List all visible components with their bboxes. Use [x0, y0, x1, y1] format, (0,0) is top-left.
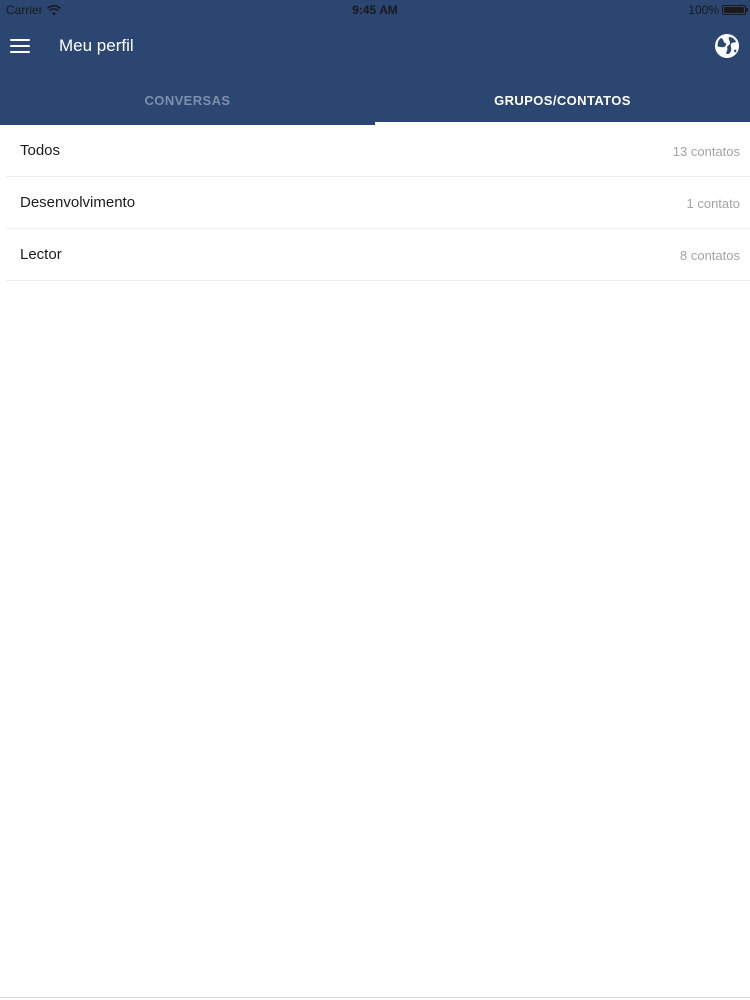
group-contact-count: 8 contatos: [680, 248, 740, 263]
group-contact-count: 13 contatos: [672, 144, 740, 159]
hamburger-menu-icon[interactable]: [8, 34, 34, 58]
tab-conversas[interactable]: CONVERSAS: [0, 78, 375, 125]
tab-grupos-contatos[interactable]: GRUPOS/CONTATOS: [375, 78, 750, 125]
status-time: 9:45 AM: [352, 3, 398, 17]
tab-conversas-label: CONVERSAS: [144, 93, 231, 108]
battery-icon: [722, 5, 748, 15]
bottom-divider: [0, 997, 750, 998]
list-item-desenvolvimento[interactable]: Desenvolvimento 1 contato: [0, 177, 750, 229]
battery-status: 100%: [688, 3, 748, 17]
globe-icon[interactable]: [714, 33, 740, 59]
app-header: Carrier 9:45 AM 100% Meu perfil CONVERSA…: [0, 0, 750, 125]
tab-bar: CONVERSAS GRUPOS/CONTATOS: [0, 78, 750, 125]
group-name: Desenvolvimento: [20, 194, 136, 211]
page-title: Meu perfil: [59, 36, 134, 55]
status-bar: Carrier 9:45 AM 100%: [0, 0, 750, 20]
battery-percent: 100%: [688, 3, 719, 17]
tab-grupos-contatos-label: GRUPOS/CONTATOS: [494, 93, 631, 108]
group-name: Todos: [20, 142, 61, 159]
group-contact-count: 1 contato: [686, 196, 741, 211]
group-name: Lector: [20, 246, 62, 263]
groups-list: Todos 13 contatos Desenvolvimento 1 cont…: [0, 125, 750, 281]
list-item-lector[interactable]: Lector 8 contatos: [0, 229, 750, 281]
list-item-todos[interactable]: Todos 13 contatos: [0, 125, 750, 177]
